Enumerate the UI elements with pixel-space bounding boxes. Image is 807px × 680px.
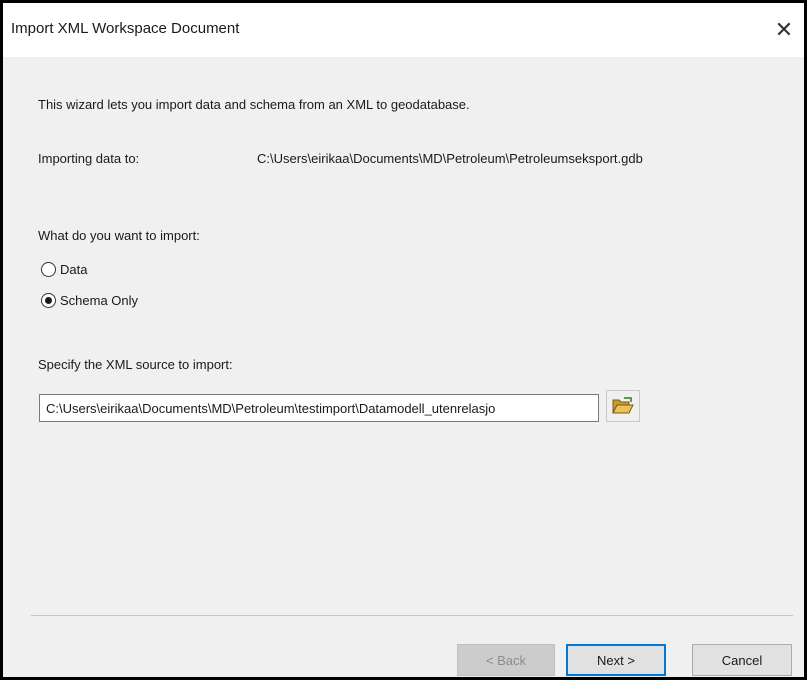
footer-separator — [31, 615, 793, 616]
cancel-button[interactable]: Cancel — [692, 644, 792, 676]
title-bar: Import XML Workspace Document ✕ — [3, 3, 804, 57]
dialog-title: Import XML Workspace Document — [11, 20, 240, 37]
radio-data-label[interactable]: Data — [60, 262, 87, 277]
close-icon[interactable]: ✕ — [764, 11, 804, 49]
import-type-question: What do you want to import: — [38, 228, 200, 243]
xml-source-input[interactable] — [39, 394, 599, 422]
importing-to-label: Importing data to: — [38, 151, 140, 166]
import-xml-dialog: Import XML Workspace Document ✕ This wiz… — [3, 3, 804, 677]
browse-button[interactable] — [606, 390, 640, 422]
folder-open-icon — [612, 397, 634, 414]
radio-data[interactable] — [41, 261, 56, 277]
importing-to-path: C:\Users\eirikaa\Documents\MD\Petroleum\… — [257, 151, 643, 166]
radio-data-option[interactable]: Data — [41, 258, 87, 280]
back-button[interactable]: < Back — [457, 644, 555, 676]
radio-schema-only-option[interactable]: Schema Only — [41, 289, 138, 311]
wizard-description: This wizard lets you import data and sch… — [38, 97, 470, 112]
radio-schema-only[interactable] — [41, 292, 56, 308]
next-button[interactable]: Next > — [566, 644, 666, 676]
radio-schema-only-label[interactable]: Schema Only — [60, 293, 138, 308]
xml-source-label: Specify the XML source to import: — [38, 357, 233, 372]
